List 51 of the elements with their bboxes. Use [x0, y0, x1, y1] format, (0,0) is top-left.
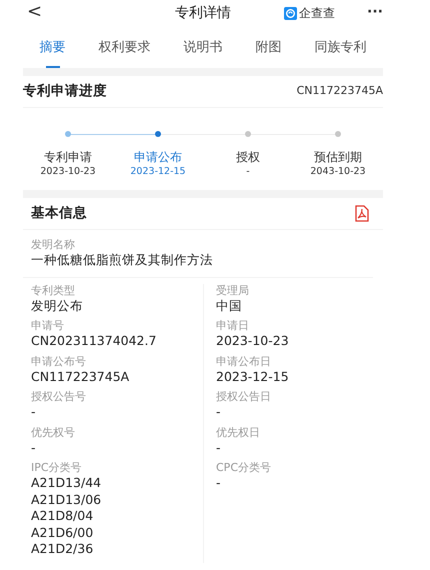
field-value: 一种低糖低脂煎饼及其制作方法 [31, 252, 214, 268]
field-value: 中国 [216, 298, 243, 314]
publication-number: CN117223745A [296, 83, 383, 100]
field-value: - [31, 440, 37, 456]
step-date: - [245, 165, 251, 178]
field-label: 优先权日 [216, 426, 261, 440]
field-label: 申请公布号 [31, 354, 87, 368]
field-label: IPC分类号 [31, 461, 83, 475]
back-button[interactable]: < [27, 2, 42, 22]
field-value: 发明公布 [31, 298, 84, 314]
field-value: - [216, 440, 222, 456]
field-value: A21D13/06 [31, 492, 102, 508]
step-label: 预估到期 [313, 149, 363, 165]
field-value: A21D8/04 [31, 508, 94, 524]
section-title: 专利申请进度 [23, 82, 107, 102]
field-label: 优先权号 [31, 426, 76, 440]
field-label: 专利类型 [31, 284, 76, 298]
field-label: 授权公告号 [31, 390, 87, 404]
section-title: 基本信息 [31, 204, 87, 224]
step-label: 申请公布 [133, 149, 183, 165]
field-value: - [216, 404, 222, 420]
step-date: 2023-10-23 [39, 165, 97, 178]
more-button[interactable]: ··· [367, 3, 383, 21]
brand-logo-icon [284, 6, 297, 20]
field-value: CN202311374042.7 [31, 333, 158, 350]
tab[interactable]: 说明书 [184, 38, 222, 64]
field-value: 2023-10-23 [216, 333, 290, 350]
field-label: 申请日 [216, 319, 250, 333]
step-date: 2023-12-15 [129, 165, 187, 178]
step-date: 2043-10-23 [309, 165, 367, 178]
field-label: 申请公布日 [216, 354, 272, 368]
field-value: A21D6/00 [31, 524, 94, 541]
field-label: 发明名称 [31, 238, 76, 252]
tab[interactable]: 权利要求 [98, 38, 150, 64]
tab[interactable]: 同族专利 [314, 38, 366, 64]
field-value: - [31, 404, 37, 420]
field-value: A21D2/36 [31, 541, 94, 558]
brand-name: 企查查 [299, 5, 335, 21]
field-label: 申请号 [31, 319, 65, 333]
field-value: 2023-12-15 [216, 368, 290, 385]
pdf-icon[interactable] [355, 205, 369, 222]
field-value: A21D13/44 [31, 475, 102, 492]
field-value: - [216, 475, 222, 492]
step-label: 专利申请 [43, 149, 93, 165]
field-label: 授权公告日 [216, 390, 272, 404]
field-value: CN117223745A [31, 368, 130, 385]
page-title: 专利详情 [175, 4, 231, 23]
step-label: 授权 [235, 149, 261, 165]
field-label: 受理局 [216, 284, 250, 298]
field-label: CPC分类号 [216, 461, 272, 475]
tab[interactable]: 附图 [256, 38, 282, 64]
